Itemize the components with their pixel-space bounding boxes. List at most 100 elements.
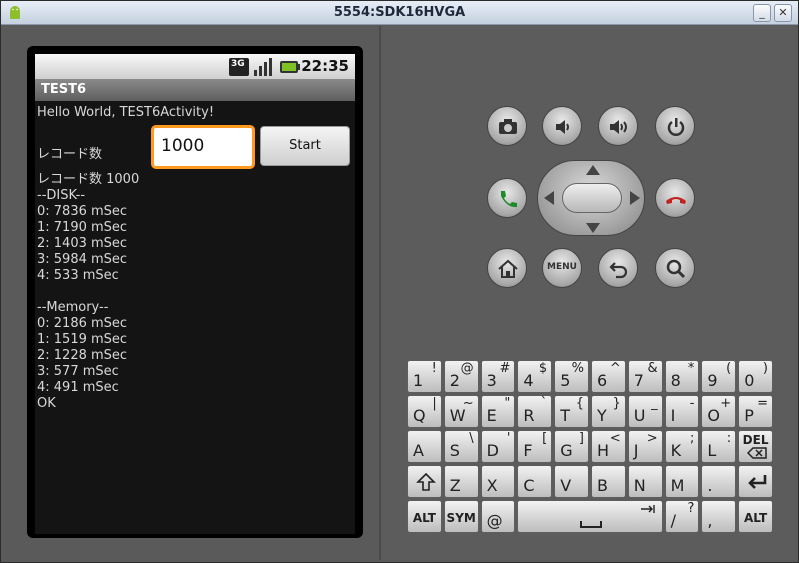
key-i-label: I <box>670 406 676 425</box>
start-button[interactable]: Start <box>260 126 350 166</box>
key-2[interactable]: 2 @ <box>443 360 479 393</box>
key-slash-label: / <box>670 511 676 530</box>
back-button[interactable] <box>598 248 638 288</box>
key-q[interactable]: Q | <box>407 395 442 428</box>
key-c-label: C <box>523 476 535 495</box>
key-j[interactable]: J > <box>627 430 663 463</box>
volume-down-button[interactable] <box>542 106 582 146</box>
key-4-label: 4 <box>523 371 534 390</box>
key-comma[interactable]: , <box>701 500 737 533</box>
dpad-center-button[interactable] <box>562 183 622 213</box>
output-line: OK <box>37 396 56 411</box>
key-g[interactable]: G] <box>554 430 589 463</box>
key-alt-left-label: ALT <box>412 511 436 525</box>
key-n[interactable]: N <box>627 465 663 498</box>
key-t[interactable]: T{ <box>554 395 589 428</box>
key-u[interactable]: U _ <box>627 395 663 428</box>
close-button[interactable]: ✕ <box>774 4 792 22</box>
key-space[interactable] <box>517 500 663 533</box>
key-o[interactable]: O + <box>701 395 737 428</box>
key-h[interactable]: H < <box>591 430 626 463</box>
status-bar[interactable]: 3G 22:35 <box>35 54 355 79</box>
space-icon <box>580 521 603 528</box>
key-s[interactable]: S \ <box>443 430 479 463</box>
dpad-down-icon[interactable] <box>586 223 600 233</box>
key-9[interactable]: 9( <box>701 360 737 393</box>
device-screen[interactable]: 3G 22:35 TEST6 Hello World, TEST6Activit… <box>35 54 355 534</box>
key-sym[interactable]: SYM <box>443 500 479 533</box>
key-3-shift-label: # <box>499 361 511 376</box>
search-button[interactable] <box>655 248 695 288</box>
dpad[interactable] <box>537 160 645 236</box>
key-0-shift-label: ) <box>762 361 768 376</box>
key-v-label: V <box>560 476 572 495</box>
end-call-button[interactable] <box>655 178 695 218</box>
key-b-label: B <box>597 476 608 495</box>
key-u-shift-label: _ <box>651 396 658 411</box>
key-b[interactable]: B <box>591 465 626 498</box>
volume-up-button[interactable] <box>598 106 638 146</box>
key-i[interactable]: I- <box>664 395 700 428</box>
key-c[interactable]: C <box>517 465 553 498</box>
power-button[interactable] <box>655 106 695 146</box>
camera-button[interactable] <box>487 106 527 146</box>
key-p[interactable]: P = <box>738 395 773 428</box>
key-6[interactable]: 6 ^ <box>591 360 626 393</box>
output-line: 4: 491 mSec <box>37 380 119 395</box>
dpad-up-icon[interactable] <box>586 165 600 175</box>
key-k[interactable]: K; <box>664 430 700 463</box>
key-v[interactable]: V <box>554 465 589 498</box>
delete-icon <box>747 447 767 459</box>
key-e[interactable]: E " <box>480 395 516 428</box>
result-output: レコード数 1000 --DISK-- 0: 7836 mSec 1: 7190 mS… <box>37 172 139 412</box>
key-8[interactable]: 8 * <box>664 360 700 393</box>
key-5[interactable]: 5% <box>554 360 589 393</box>
key-w-shift-label: ~ <box>462 396 474 411</box>
key-x[interactable]: X <box>480 465 516 498</box>
output-line: --Memory-- <box>37 300 109 315</box>
key-enter[interactable] <box>738 465 773 498</box>
key-y[interactable]: Y} <box>591 395 626 428</box>
key-alt-left[interactable]: ALT <box>407 500 442 533</box>
key-6-label: 6 <box>597 371 608 390</box>
key-alt-right[interactable]: ALT <box>738 500 773 533</box>
key-m[interactable]: M <box>664 465 700 498</box>
key-0-label: 0 <box>744 371 755 390</box>
key-0[interactable]: 0) <box>738 360 773 393</box>
key-l[interactable]: L: <box>701 430 737 463</box>
key-slash[interactable]: /? <box>664 500 700 533</box>
key-1[interactable]: 1! <box>407 360 442 393</box>
key-s-shift-label: \ <box>469 431 474 446</box>
home-button[interactable] <box>487 248 527 288</box>
key-4[interactable]: 4 $ <box>517 360 553 393</box>
key-at[interactable]: @ <box>480 500 516 533</box>
record-count-input[interactable]: 1000 <box>151 125 255 169</box>
key-d[interactable]: D ' <box>480 430 516 463</box>
key-a[interactable]: A <box>407 430 442 463</box>
key-period[interactable]: . <box>701 465 737 498</box>
key-z[interactable]: Z <box>443 465 479 498</box>
battery-icon <box>280 61 300 73</box>
key-r[interactable]: R ` <box>517 395 553 428</box>
key-z-label: Z <box>449 476 461 495</box>
output-line: 1: 1519 mSec <box>37 332 128 347</box>
key-f[interactable]: F[ <box>517 430 553 463</box>
network-3g-icon: 3G <box>229 58 249 76</box>
key-w[interactable]: W ~ <box>443 395 479 428</box>
minimize-button[interactable]: _ <box>753 4 771 22</box>
title-bar[interactable]: 5554:SDK16HVGA _ ✕ <box>1 1 798 25</box>
key-p-label: P <box>744 406 754 425</box>
dpad-left-icon[interactable] <box>544 191 554 205</box>
key-g-shift-label: ] <box>578 431 584 446</box>
key-5-shift-label: % <box>571 361 584 376</box>
output-line: 0: 2186 mSec <box>37 316 128 331</box>
key-delete[interactable]: DEL <box>738 430 773 463</box>
call-button[interactable] <box>487 178 527 218</box>
key-3[interactable]: 3 # <box>480 360 516 393</box>
dpad-right-icon[interactable] <box>630 191 640 205</box>
record-count-label: レコード数 <box>37 147 103 162</box>
key-shift[interactable] <box>407 465 442 498</box>
menu-button[interactable]: MENU <box>542 248 582 288</box>
key-h-label: H <box>597 441 610 460</box>
key-7[interactable]: 7 & <box>627 360 663 393</box>
